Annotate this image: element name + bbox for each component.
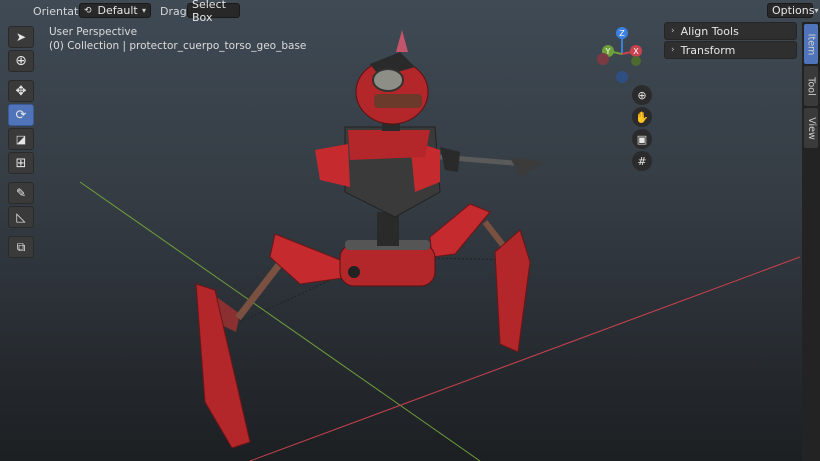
viewport-header: Orientation: ⟲ Default ▾ Drag: Select Bo… [0,0,820,24]
chevron-right-icon: › [671,26,675,36]
options-label: Options [772,4,815,17]
camera-icon: ▣ [636,132,648,146]
annotate-tool[interactable]: ✎ [8,182,34,204]
transform-tool[interactable]: ⊞ [8,152,34,174]
cursor-tool[interactable]: ⊕ [8,50,34,72]
orientation-icon: ⟲ [84,5,92,16]
viewport-scene[interactable] [0,22,800,461]
tab-item[interactable]: Item [804,24,818,64]
select-box-tool[interactable]: ➤ [8,26,34,48]
tab-tool-label: Tool [805,76,817,96]
transform-label: Transform [680,43,736,57]
align-tools-label: Align Tools [680,24,739,38]
crosshair-icon: ⊕ [15,53,27,69]
move-tool[interactable]: ✥ [8,80,34,102]
move-icon: ✥ [15,83,27,99]
transform-icon: ⊞ [15,155,27,171]
add-cube-icon: ⧉ [16,239,26,254]
add-cube-tool[interactable]: ⧉ [8,236,34,258]
scale-icon: ◪ [15,132,27,146]
chevron-down-icon: ▾ [814,6,819,15]
robot-model[interactable] [195,30,545,449]
transform-panel[interactable]: › Transform [664,41,797,59]
tab-view[interactable]: View [804,108,818,148]
view-perspective-label: User Perspective [49,26,138,38]
z-axis-label: Z [619,29,625,38]
drag-value: Select Box [192,0,226,24]
y-axis-line [79,181,481,461]
options-button[interactable]: Options ▾ [767,3,818,18]
tool-shelf: ➤ ⊕ ✥ ⟳ ◪ ⊞ ✎ ◺ ⧉ [6,26,36,260]
tab-tool[interactable]: Tool [804,66,818,106]
navigation-gizmo[interactable]: Z Y X [592,24,652,94]
cursor-arrow-icon: ➤ [15,30,27,44]
grid-icon: # [637,154,647,168]
x-axis-label: X [633,47,639,56]
active-object-label: (0) Collection | protector_cuerpo_torso_… [49,40,307,52]
orientation-value: Default [97,4,138,17]
hand-icon: ✋ [635,110,649,124]
zoom-button[interactable]: ⊕ [632,85,652,105]
drag-label: Drag: [160,4,191,18]
chevron-right-icon: › [671,45,675,55]
chevron-down-icon: ▾ [141,6,146,15]
scale-tool[interactable]: ◪ [8,128,34,150]
measure-tool[interactable]: ◺ [8,206,34,228]
pan-button[interactable]: ✋ [632,107,652,127]
ortho-toggle-button[interactable]: # [632,151,652,171]
ruler-icon: ◺ [16,210,26,224]
align-tools-panel[interactable]: › Align Tools [664,22,797,40]
neg-z-axis-handle[interactable] [616,71,628,83]
drag-dropdown[interactable]: Select Box [187,0,240,24]
zoom-icon: ⊕ [637,88,647,102]
neg-y-axis-handle[interactable] [631,56,641,66]
tab-item-label: Item [805,33,817,55]
rotate-icon: ⟳ [15,107,27,123]
sidebar-tabs: Item Tool View [802,22,820,461]
rotate-tool[interactable]: ⟳ [8,104,34,126]
tab-view-label: View [805,116,817,140]
orientation-dropdown[interactable]: ⟲ Default ▾ [79,3,151,18]
neg-x-axis-handle[interactable] [597,53,609,65]
camera-view-button[interactable]: ▣ [632,129,652,149]
pencil-icon: ✎ [15,186,27,200]
